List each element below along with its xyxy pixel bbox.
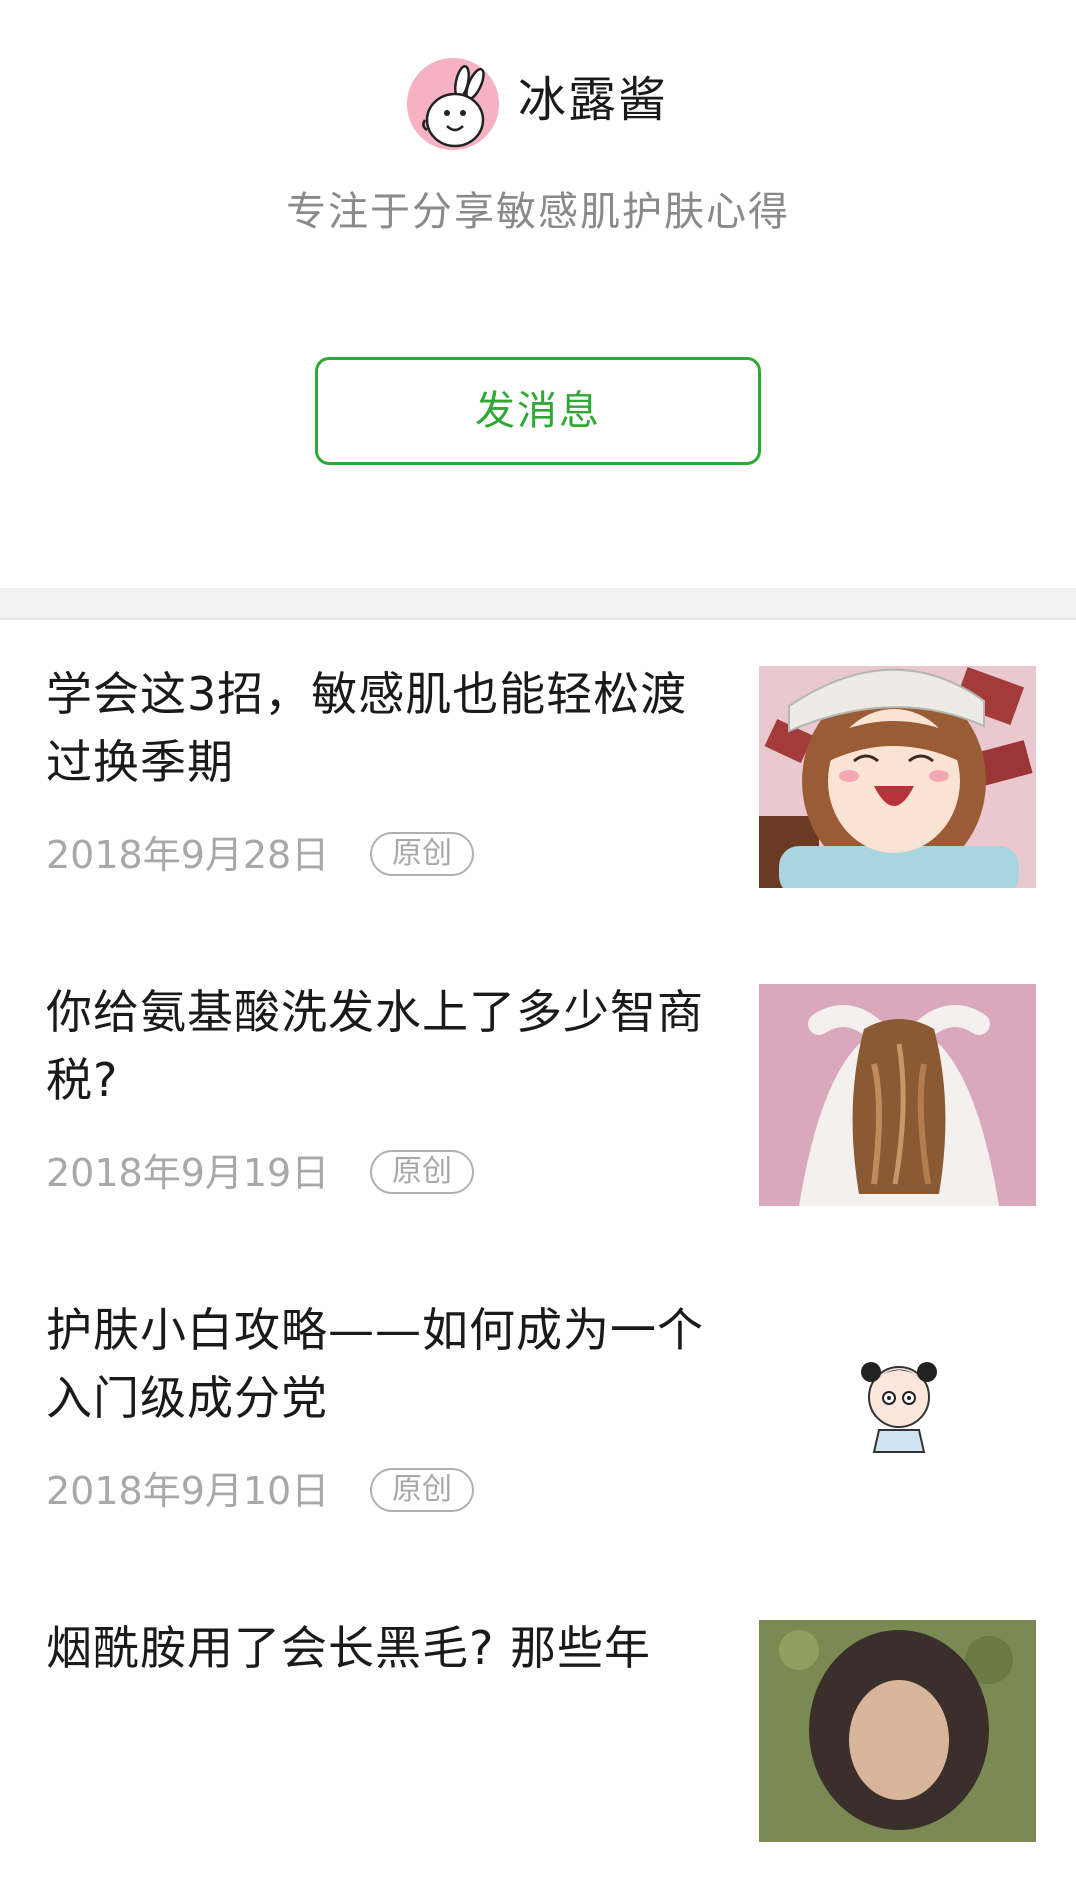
account-bio: 专注于分享敏感肌护肤心得 — [286, 189, 790, 235]
original-badge: 原创 — [370, 832, 474, 876]
article-date: 2018年9月28日 — [46, 833, 330, 877]
photo-thumbnail — [759, 1620, 1036, 1842]
article-title: 你给氨基酸洗发水上了多少智商税? — [46, 985, 704, 1107]
section-divider — [0, 588, 1076, 620]
avatar[interactable] — [407, 58, 499, 150]
anime-girl-thumbnail — [759, 666, 1036, 888]
article-title: 护肤小白攻略——如何成为一个入门级成分党 — [46, 1303, 704, 1425]
article-date: 2018年9月19日 — [46, 1151, 330, 1195]
rabbit-icon — [407, 58, 499, 150]
account-name: 冰露酱 — [518, 72, 669, 128]
original-badge: 原创 — [370, 1150, 474, 1194]
article-title: 学会这3招，敏感肌也能轻松渡过换季期 — [46, 667, 688, 789]
article-item[interactable]: 烟酰胺用了会长黑毛? 那些年 — [0, 1574, 1076, 1892]
article-item[interactable]: 学会这3招，敏感肌也能轻松渡过换季期 2018年9月28日 原创 — [0, 620, 1076, 940]
article-item[interactable]: 护肤小白攻略——如何成为一个入门级成分党 2018年9月10日 原创 — [0, 1256, 1076, 1576]
original-badge: 原创 — [370, 1468, 474, 1512]
article-title: 烟酰胺用了会长黑毛? 那些年 — [46, 1621, 652, 1675]
profile-header: 冰露酱 专注于分享敏感肌护肤心得 发消息 — [0, 0, 1076, 588]
send-message-button[interactable]: 发消息 — [315, 357, 761, 465]
hair-photo-thumbnail — [759, 984, 1036, 1206]
cartoon-character-thumbnail — [759, 1302, 1036, 1524]
article-item[interactable]: 你给氨基酸洗发水上了多少智商税? 2018年9月19日 原创 — [0, 938, 1076, 1258]
article-date: 2018年9月10日 — [46, 1469, 330, 1513]
